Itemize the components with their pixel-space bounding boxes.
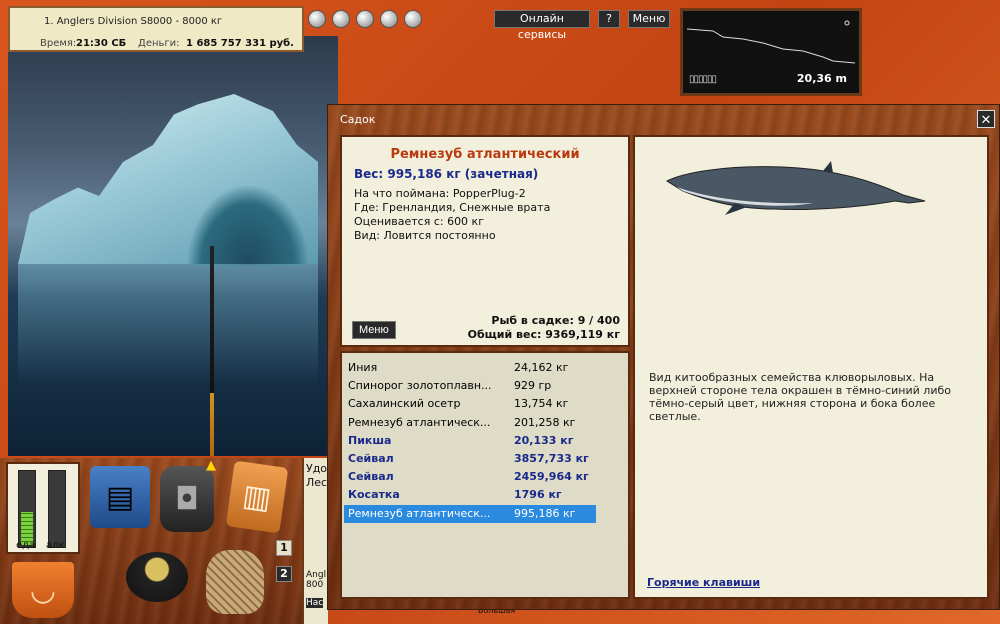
list-item[interactable]: Ремнезуб атлантическ... 995,186 кг	[344, 504, 596, 523]
fish-location: Где: Гренландия, Снежные врата	[354, 201, 551, 214]
list-item-name: Сейвал	[348, 470, 394, 484]
partial-side-panel: Удо Лес Angl 800 Нас	[302, 458, 328, 624]
lure-slots	[308, 10, 422, 28]
fish-caught-with: На что поймана: PopperPlug-2	[354, 187, 526, 200]
help-button[interactable]: ?	[598, 10, 620, 28]
food-label: еда	[16, 540, 36, 551]
fish-kind: Вид: Ловится постоянно	[354, 229, 496, 242]
depth-marker	[844, 20, 850, 26]
list-item-name: Иния	[348, 361, 378, 374]
fish-name: Ремнезуб атлантический	[390, 147, 580, 162]
player-info-panel: 1. Anglers Division S8000 - 8000 кг Врем…	[8, 6, 304, 52]
backpack-icon[interactable]: ◘	[160, 466, 214, 532]
list-item[interactable]: Сейвал 3857,733 кг	[344, 450, 596, 468]
list-item[interactable]: Ремнезуб атлантическ... 201,258 кг	[344, 414, 596, 432]
list-item[interactable]: Сахалинский осетр 13,754 кг	[344, 395, 596, 413]
list-item-weight: 20,133 кг	[514, 433, 574, 447]
lure-slot[interactable]	[308, 10, 326, 28]
list-item-weight: 24,162 кг	[514, 361, 569, 374]
game-scene[interactable]	[8, 36, 338, 456]
list-item[interactable]: Косатка 1796 кг	[344, 486, 596, 504]
lure-slot[interactable]	[380, 10, 398, 28]
fish-description: Вид китообразных семейства клюворыловых.…	[649, 371, 951, 423]
menu-button[interactable]: Меню	[628, 10, 670, 28]
list-item-weight: 13,754 кг	[514, 397, 569, 411]
online-services-button[interactable]: Онлайн сервисы	[494, 10, 590, 41]
list-item[interactable]: Спинорог золотоплавн... 929 гр	[344, 377, 596, 395]
alcohol-meter	[48, 470, 66, 548]
needs-meters: еда алк	[6, 462, 80, 554]
list-item-name: Косатка	[348, 488, 400, 502]
fish-details-pane: Ремнезуб атлантический Вес: 995,186 кг (…	[340, 135, 630, 347]
warning-icon: ▲	[206, 458, 216, 473]
fish-count: Рыб в садке: 9 / 400	[491, 314, 620, 327]
list-item-name: Ремнезуб атлантическ...	[348, 506, 491, 520]
fishing-rod[interactable]	[210, 246, 214, 456]
list-item-name: Спинорог золотоплавн...	[348, 379, 492, 393]
list-item-name: Пикша	[348, 433, 392, 447]
alcohol-label: алк	[46, 540, 65, 551]
fish-list[interactable]: Иния 24,162 кг Спинорог золотоплавн... 929 …	[340, 351, 630, 599]
tackle-box-icon[interactable]: ▤	[90, 466, 150, 528]
time-value: 21:30 СБ	[76, 38, 127, 49]
bucket-icon[interactable]: ◡	[12, 562, 74, 618]
lure-slot[interactable]	[404, 10, 422, 28]
close-button[interactable]: ✕	[977, 110, 995, 128]
list-item-weight: 995,186 кг	[514, 506, 576, 520]
money-label: Деньги:	[138, 38, 180, 49]
list-item-weight: 2459,964 кг	[514, 470, 589, 484]
fish-image	[665, 161, 926, 215]
time-label: Время:	[40, 38, 77, 49]
partial-label-nas[interactable]: Нас	[306, 598, 324, 608]
whale-body	[665, 166, 926, 211]
dialog-title: Садок	[340, 113, 376, 126]
notebook-icon[interactable]: ▥	[225, 460, 289, 534]
partial-label-les: Лес	[306, 476, 328, 489]
division-label: 1. Anglers Division S8000 - 8000 кг	[44, 16, 223, 27]
partial-label-udo: Удо	[306, 462, 328, 475]
slot-1-badge[interactable]: 1	[276, 540, 292, 556]
list-item-name: Сахалинский осетр	[348, 397, 461, 411]
partial-label-angl: Angl	[306, 570, 327, 580]
partial-label-num: 800	[306, 580, 324, 590]
lure-slot[interactable]	[356, 10, 374, 28]
cauldron-icon[interactable]	[126, 552, 188, 602]
list-item-name: Сейвал	[348, 452, 394, 465]
list-item[interactable]: Пикша 20,133 кг	[344, 432, 596, 450]
depth-value: 20,36 m	[796, 72, 847, 85]
fish-valued-from: Оценивается с: 600 кг	[354, 215, 484, 228]
whale-dorsal-fin	[823, 161, 833, 173]
list-item-name: Ремнезуб атлантическ...	[348, 415, 491, 429]
iceberg-arch	[188, 186, 308, 266]
net-bag-icon[interactable]	[206, 550, 264, 614]
battery-indicator: ▯▯▯▯▯▯	[689, 74, 717, 85]
depth-profile-line	[686, 28, 856, 64]
list-item[interactable]: Иния 24,162 кг	[344, 359, 596, 377]
keepnet-dialog: Садок ✕ Ремнезуб атлантический Вес: 995,…	[327, 104, 1000, 610]
list-item[interactable]: Сейвал 2459,964 кг	[344, 468, 596, 486]
list-item-weight: 1796 кг	[514, 488, 562, 502]
fish-description-pane: Вид китообразных семейства клюворыловых.…	[633, 135, 989, 599]
list-item-weight: 201,258 кг	[514, 415, 576, 429]
water-reflection	[18, 264, 318, 384]
slot-2-badge[interactable]: 2	[276, 566, 292, 582]
money-value: 1 685 757 331 руб.	[186, 38, 294, 49]
hotkeys-link[interactable]: Горячие клавиши	[647, 576, 760, 589]
food-meter	[18, 470, 36, 548]
list-item-weight: 3857,733 кг	[514, 452, 589, 465]
total-weight: Общий вес: 9369,119 кг	[467, 328, 620, 341]
inventory-panel: еда алк ▤ ◘ ▲ ▥ ◡ 1 2	[0, 458, 302, 624]
depth-sonar: ▯▯▯▯▯▯ 20,36 m	[680, 8, 862, 96]
fish-menu-button[interactable]: Меню	[352, 321, 396, 339]
list-item-weight: 929 гр	[514, 379, 552, 393]
lure-slot[interactable]	[332, 10, 350, 28]
fish-weight: Вес: 995,186 кг (зачетная)	[354, 167, 539, 181]
